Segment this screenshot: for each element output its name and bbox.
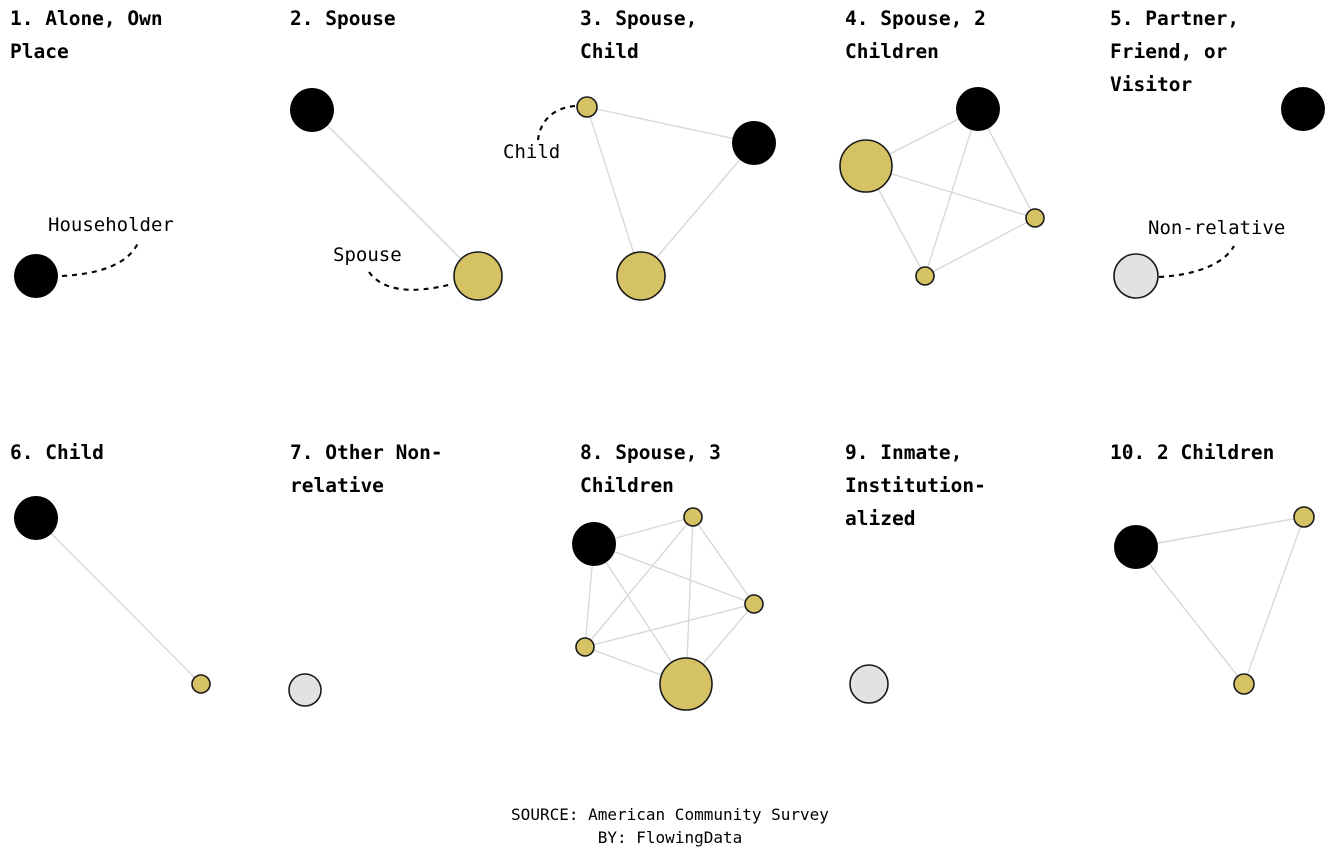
figure-footer: SOURCE: American Community Survey BY: Fl… xyxy=(511,805,829,847)
network-node-relative[interactable] xyxy=(683,507,703,527)
panel-title-1: 1. Alone, Own xyxy=(10,7,163,30)
network-node-householder[interactable] xyxy=(290,88,334,132)
network-node-relative[interactable] xyxy=(744,594,764,614)
panel-title-6: 6. Child xyxy=(10,441,104,464)
network-node-non-relative[interactable] xyxy=(849,664,889,704)
leader-line-child xyxy=(536,104,576,141)
network-edge xyxy=(35,517,202,685)
network-edge xyxy=(586,106,755,144)
panel-title-5: Friend, or xyxy=(1110,40,1227,63)
network-node-householder[interactable] xyxy=(14,254,58,298)
network-node-relative[interactable] xyxy=(659,657,713,711)
panel-title-7: relative xyxy=(290,474,384,497)
panel-title-10: 10. 2 Children xyxy=(1110,441,1274,464)
network-edge xyxy=(1135,516,1305,548)
annotation-label-householder: Householder xyxy=(48,214,174,236)
network-node-non-relative[interactable] xyxy=(1113,253,1159,299)
panel-title-3: 3. Spouse, xyxy=(580,7,697,30)
annotation-label-child: Child xyxy=(503,141,560,163)
network-node-relative[interactable] xyxy=(191,674,211,694)
leader-line-non-relative xyxy=(1158,245,1235,279)
network-node-relative[interactable] xyxy=(839,139,893,193)
network-node-householder[interactable] xyxy=(1114,525,1158,569)
network-edge xyxy=(692,516,755,605)
network-node-relative[interactable] xyxy=(616,251,666,301)
panel-title-8: 8. Spouse, 3 xyxy=(580,441,721,464)
network-edge xyxy=(1243,516,1305,685)
panel-title-9: 9. Inmate, xyxy=(845,441,962,464)
edges-layer xyxy=(35,106,1305,685)
panel-title-8: Children xyxy=(580,474,674,497)
network-edge xyxy=(1135,546,1245,685)
network-edge xyxy=(586,106,642,277)
network-node-relative[interactable] xyxy=(453,251,503,301)
network-node-relative[interactable] xyxy=(1293,506,1315,528)
network-node-non-relative[interactable] xyxy=(288,673,322,707)
footer-source-line: SOURCE: American Community Survey xyxy=(511,805,829,824)
network-node-householder[interactable] xyxy=(1281,87,1325,131)
annotation-label-spouse: Spouse xyxy=(333,244,402,266)
network-node-relative[interactable] xyxy=(575,637,595,657)
panel-title-4: Children xyxy=(845,40,939,63)
network-edge xyxy=(593,543,755,605)
nodes-layer xyxy=(14,87,1325,711)
network-edge xyxy=(924,217,1036,277)
network-edge xyxy=(584,603,755,648)
leader-line-householder xyxy=(61,242,139,278)
network-node-householder[interactable] xyxy=(572,522,616,566)
network-node-householder[interactable] xyxy=(14,496,58,540)
network-node-householder[interactable] xyxy=(956,87,1000,131)
network-node-relative[interactable] xyxy=(1233,673,1255,695)
panel-title-5: 5. Partner, xyxy=(1110,7,1239,30)
network-node-relative[interactable] xyxy=(576,96,598,118)
panel-title-3: Child xyxy=(580,40,639,63)
panel-title-9: Institution- xyxy=(845,474,986,497)
panel-title-2: 2. Spouse xyxy=(290,7,396,30)
network-node-relative[interactable] xyxy=(1025,208,1045,228)
panel-title-7: 7. Other Non- xyxy=(290,441,443,464)
annotation-label-non-relative: Non-relative xyxy=(1148,217,1285,239)
network-node-householder[interactable] xyxy=(732,121,776,165)
panel-title-4: 4. Spouse, 2 xyxy=(845,7,986,30)
network-edge xyxy=(640,142,755,277)
network-node-relative[interactable] xyxy=(915,266,935,286)
household-network-smallmultiples: 1. Alone, Own Place 2. Spouse 3. Spouse, Chi… xyxy=(10,7,1325,847)
leader-line-spouse xyxy=(368,271,453,291)
panel-title-5: Visitor xyxy=(1110,73,1192,96)
panel-title-1: Place xyxy=(10,40,69,63)
annotation-labels-layer: Householder Spouse Child Non-relative xyxy=(48,141,1285,266)
figure-canvas: 1. Alone, Own Place 2. Spouse 3. Spouse, Chi… xyxy=(0,0,1340,866)
footer-by-line: BY: FlowingData xyxy=(598,828,743,847)
panel-title-9: alized xyxy=(845,507,915,530)
